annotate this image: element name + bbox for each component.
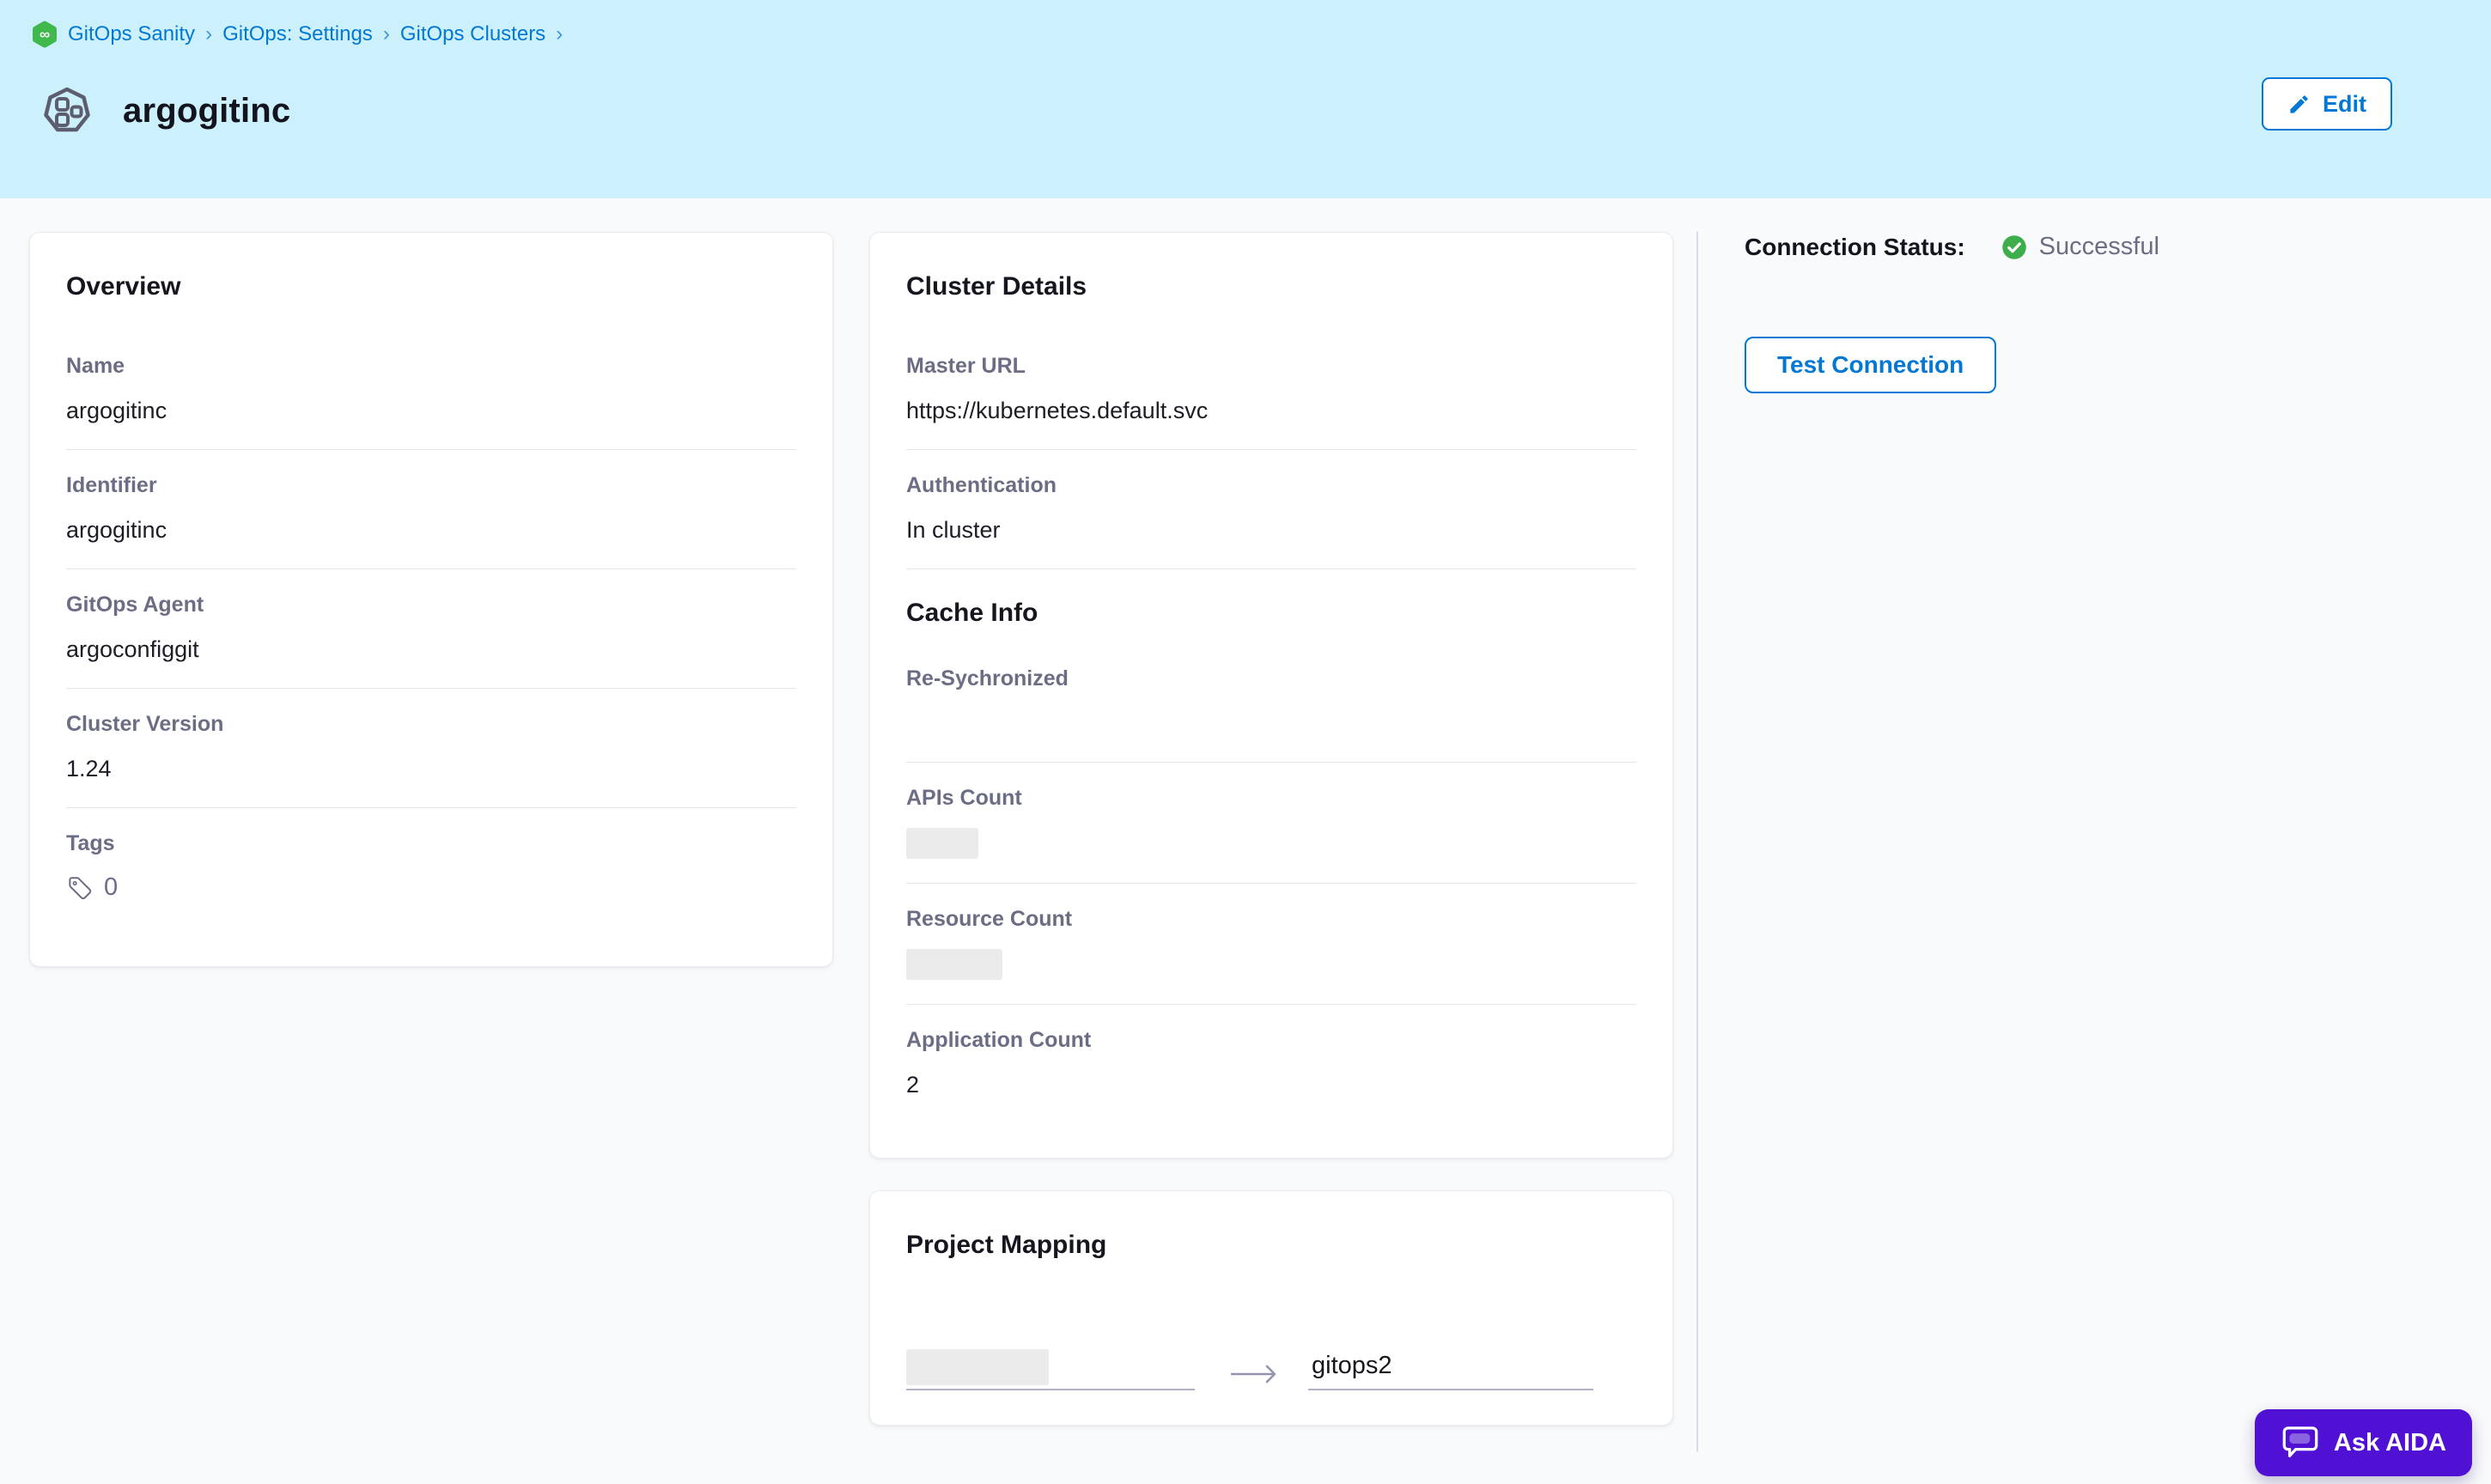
- field-cluster-version: Cluster Version 1.24: [66, 689, 796, 808]
- page-title: argogitinc: [123, 92, 290, 131]
- check-circle-icon: [2001, 234, 2027, 260]
- field-name: Name argogitinc: [66, 331, 796, 450]
- breadcrumb-item-gitops-sanity[interactable]: GitOps Sanity: [68, 22, 195, 46]
- field-master-url: Master URL https://kubernetes.default.sv…: [906, 331, 1636, 450]
- cluster-details-title: Cluster Details: [906, 272, 1636, 301]
- pencil-icon: [2287, 93, 2311, 116]
- field-resource-count: Resource Count: [906, 884, 1636, 1005]
- field-label: GitOps Agent: [66, 592, 796, 617]
- test-connection-button[interactable]: Test Connection: [1745, 337, 1996, 393]
- ask-aida-button[interactable]: Ask AIDA: [2255, 1409, 2472, 1476]
- page-header-banner: ∞ GitOps Sanity › GitOps: Settings › Git…: [0, 0, 2491, 198]
- project-mapping-row: gitops2: [906, 1349, 1636, 1390]
- field-label: Identifier: [66, 472, 796, 498]
- field-label: Master URL: [906, 353, 1636, 379]
- cluster-details-card: Cluster Details Master URL https://kuber…: [869, 232, 1673, 1159]
- tag-icon: [66, 874, 94, 902]
- gitops-cluster-detail-page: ∞ GitOps Sanity › GitOps: Settings › Git…: [0, 0, 2491, 1484]
- cache-info-title: Cache Info: [906, 599, 1636, 628]
- project-mapping-title: Project Mapping: [906, 1231, 1636, 1260]
- field-tags: Tags 0: [66, 808, 796, 926]
- field-label: Application Count: [906, 1027, 1636, 1053]
- field-value: argogitinc: [66, 515, 796, 544]
- connection-panel: Connection Status: Successful Test Conne…: [1698, 198, 2491, 1484]
- field-identifier: Identifier argogitinc: [66, 450, 796, 569]
- mapping-source-skeleton: [906, 1349, 1049, 1385]
- breadcrumb-item-gitops-clusters[interactable]: GitOps Clusters: [400, 22, 545, 46]
- overview-card: Overview Name argogitinc Identifier argo…: [29, 232, 833, 967]
- field-label: Cluster Version: [66, 711, 796, 737]
- project-mapping-card: Project Mapping gitops2: [869, 1190, 1673, 1426]
- main-columns: Overview Name argogitinc Identifier argo…: [0, 198, 1696, 1484]
- tags-count-value: 0: [104, 873, 118, 902]
- field-application-count: Application Count 2: [906, 1005, 1636, 1123]
- field-label: Name: [66, 353, 796, 379]
- overview-card-title: Overview: [66, 272, 796, 301]
- edit-button[interactable]: Edit: [2262, 77, 2392, 131]
- breadcrumb: ∞ GitOps Sanity › GitOps: Settings › Git…: [32, 21, 2491, 48]
- apis-count-skeleton: [906, 828, 978, 859]
- cluster-heptagon-icon: [42, 86, 92, 136]
- content-area: Overview Name argogitinc Identifier argo…: [0, 198, 2491, 1484]
- field-apis-count: APIs Count: [906, 763, 1636, 884]
- field-label: Resource Count: [906, 906, 1636, 932]
- field-label: APIs Count: [906, 785, 1636, 811]
- field-label: Tags: [66, 830, 796, 856]
- gitops-logo-icon: ∞: [32, 21, 58, 48]
- field-authentication: Authentication In cluster: [906, 450, 1636, 569]
- connection-status-row: Connection Status: Successful: [1745, 233, 2491, 261]
- chat-bubble-icon: [2281, 1425, 2320, 1461]
- middle-column: Cluster Details Master URL https://kuber…: [869, 232, 1673, 1426]
- field-label: Re-Sychronized: [906, 666, 1636, 691]
- field-value-empty: [906, 709, 1636, 738]
- field-label: Authentication: [906, 472, 1636, 498]
- resource-count-skeleton: [906, 949, 1002, 980]
- connection-status-value: Successful: [2039, 233, 2159, 261]
- field-resynchronized: Re-Sychronized: [906, 628, 1636, 763]
- mapping-source-field: [906, 1349, 1195, 1390]
- field-value: argogitinc: [66, 396, 796, 425]
- tags-count: 0: [66, 873, 796, 902]
- breadcrumb-separator: ›: [556, 22, 563, 46]
- title-row: argogitinc: [32, 86, 2491, 136]
- connection-status-label: Connection Status:: [1745, 234, 1965, 261]
- ask-aida-label: Ask AIDA: [2334, 1429, 2446, 1457]
- field-value: 2: [906, 1070, 1636, 1099]
- breadcrumb-separator: ›: [383, 22, 390, 46]
- field-value: In cluster: [906, 515, 1636, 544]
- arrow-right-icon: [1229, 1363, 1279, 1385]
- edit-button-label: Edit: [2323, 91, 2366, 118]
- field-value: argoconfiggit: [66, 635, 796, 664]
- breadcrumb-separator: ›: [205, 22, 212, 46]
- field-value: https://kubernetes.default.svc: [906, 396, 1636, 425]
- field-gitops-agent: GitOps Agent argoconfiggit: [66, 569, 796, 689]
- mapping-target-field: gitops2: [1308, 1352, 1593, 1390]
- breadcrumb-item-gitops-settings[interactable]: GitOps: Settings: [222, 22, 373, 46]
- svg-text:∞: ∞: [40, 27, 50, 43]
- field-value: 1.24: [66, 754, 796, 783]
